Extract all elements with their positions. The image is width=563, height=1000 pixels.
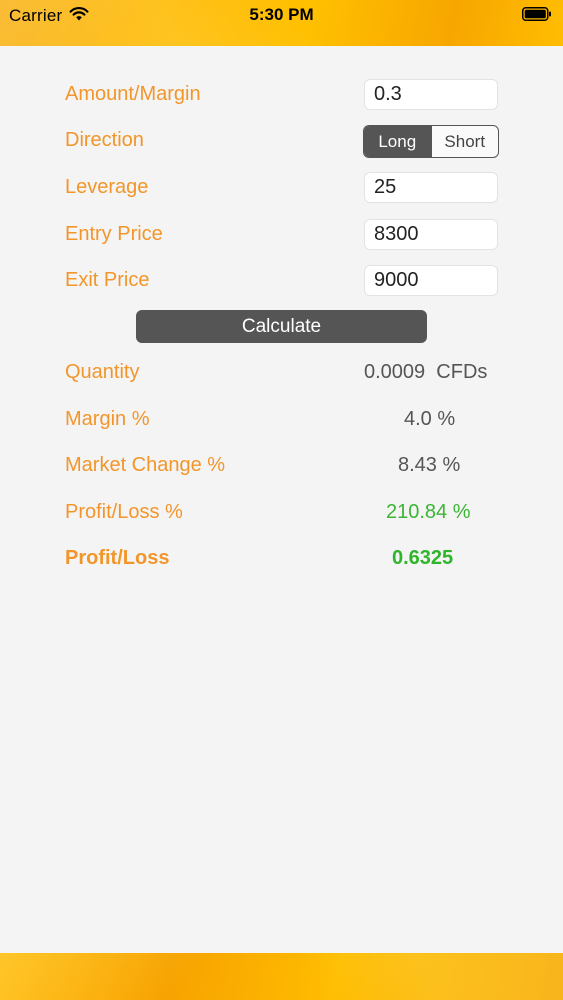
profit-loss-pct-value: 210.84 % — [386, 501, 471, 523]
leverage-label: Leverage — [65, 176, 149, 198]
entry-price-input[interactable] — [364, 219, 498, 250]
leverage-input[interactable] — [364, 172, 498, 203]
market-change-pct-label: Market Change % — [65, 454, 226, 476]
calculate-button[interactable]: Calculate — [136, 310, 427, 343]
profit-loss-pct-label: Profit/Loss % — [65, 501, 183, 523]
direction-label: Direction — [65, 129, 144, 151]
battery-icon — [522, 7, 551, 21]
margin-pct-value: 4.0 % — [404, 408, 456, 430]
amount-margin-input[interactable] — [364, 79, 498, 110]
bottom-bar — [0, 953, 563, 1000]
exit-price-label: Exit Price — [65, 269, 150, 291]
exit-price-input[interactable] — [364, 265, 498, 296]
amount-margin-label: Amount/Margin — [65, 83, 201, 105]
direction-long-segment[interactable]: Long — [364, 126, 431, 157]
status-time: 5:30 PM — [249, 5, 314, 24]
direction-short-segment[interactable]: Short — [430, 126, 499, 157]
quantity-label: Quantity — [65, 361, 140, 383]
market-change-pct-value: 8.43 % — [398, 454, 461, 476]
direction-segmented-control[interactable]: Long Short — [363, 125, 499, 158]
profit-loss-value: 0.6325 — [392, 547, 454, 569]
quantity-value: 0.0009 CFDs — [364, 361, 488, 383]
entry-price-label: Entry Price — [65, 223, 163, 245]
status-bar: Carrier 5:30 PM — [0, 0, 563, 46]
margin-pct-label: Margin % — [65, 408, 150, 430]
profit-loss-label: Profit/Loss — [65, 547, 170, 569]
